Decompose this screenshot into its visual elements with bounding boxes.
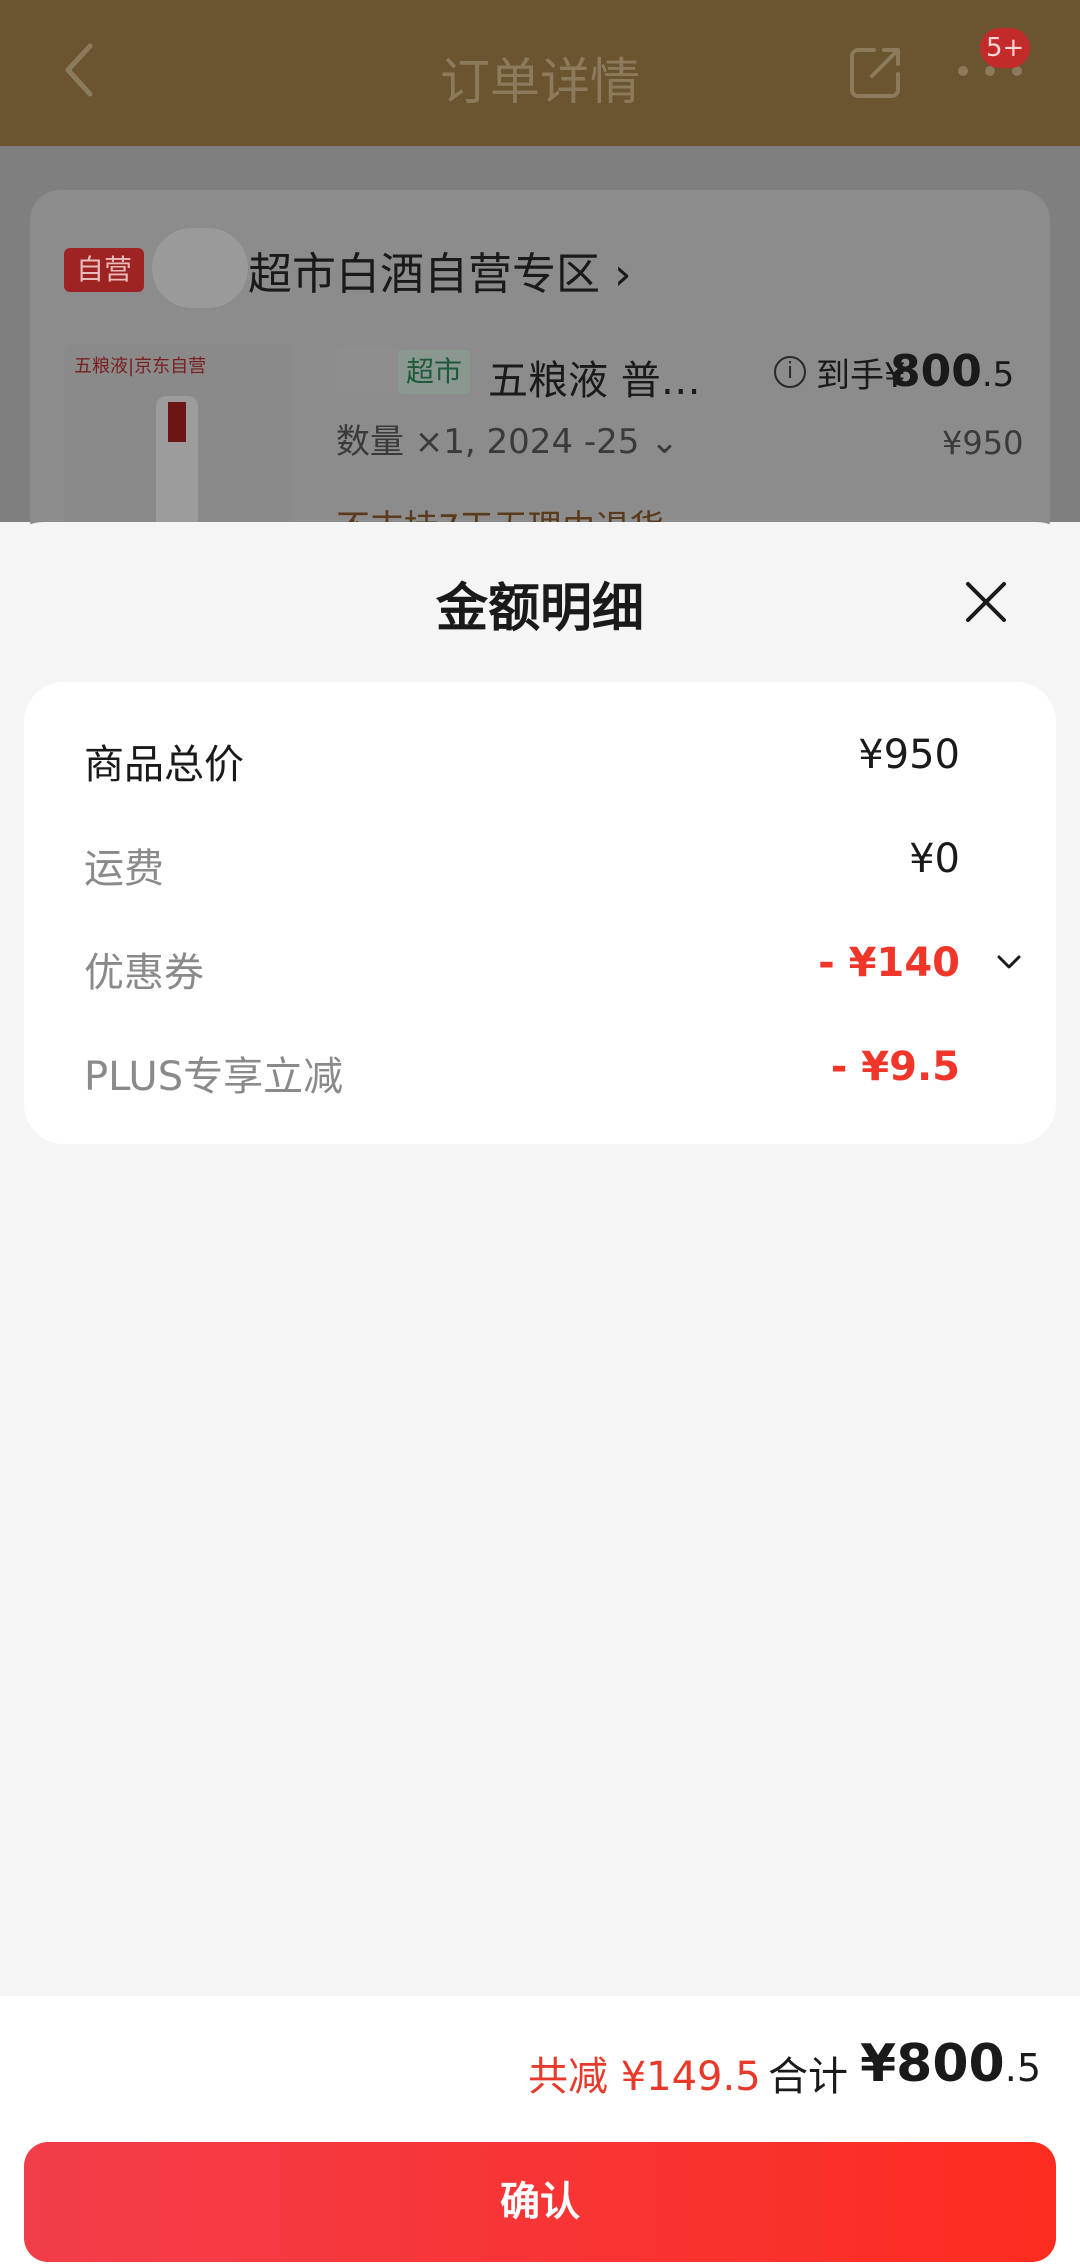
supermarket-tag: 超市 (398, 350, 471, 394)
bottle-cap (168, 402, 186, 442)
share-icon[interactable] (846, 42, 906, 102)
total-amount-decimal: .5 (1004, 2046, 1041, 2090)
message-badge: 5+ (980, 28, 1031, 68)
self-operated-tag: 自营 (64, 248, 145, 292)
row-label-plus-discount: PLUS专享立减 (84, 1054, 344, 1100)
confirm-button[interactable]: 确认 (24, 2142, 1056, 2262)
close-icon[interactable] (958, 574, 1014, 630)
total-saved: 共减 ¥149.5 (528, 2054, 761, 2100)
row-label-coupon: 优惠券 (84, 950, 204, 996)
final-price: 800.5 (890, 346, 1014, 397)
blurred-logo (152, 228, 248, 308)
info-icon[interactable]: i (774, 356, 806, 388)
total-amount: ¥800.5 (860, 2034, 1041, 2094)
row-label-shipping: 运费 (84, 846, 164, 892)
product-image-brand: 五粮液|京东自营 (74, 356, 207, 377)
row-value-coupon[interactable]: - ¥140 (818, 940, 960, 986)
page-title: 订单详情 (440, 53, 640, 111)
store-name-link[interactable]: 超市白酒自营专区 › (248, 238, 632, 302)
sheet-title: 金额明细 (435, 579, 644, 639)
row-label-goods-total: 商品总价 (84, 742, 244, 788)
product-name[interactable]: 五粮液 普… (488, 348, 701, 406)
final-price-decimal: .5 (981, 355, 1015, 395)
original-price: ¥950 (942, 424, 1024, 462)
amount-detail-card: 商品总价 ¥950 运费 ¥0 优惠券 - ¥140 PLUS专享立减 - ¥9… (24, 682, 1056, 1144)
product-image[interactable]: 五粮液|京东自营 (64, 344, 292, 524)
chevron-down-icon[interactable] (996, 954, 1022, 970)
quantity-spec: 数量 ×1, 2024 -25 ⌄ (336, 422, 679, 462)
total-amount-main: ¥800 (860, 2034, 1005, 2094)
row-value-plus-discount: - ¥9.5 (830, 1044, 960, 1090)
final-price-main: 800 (890, 346, 982, 397)
row-value-goods-total: ¥950 (858, 732, 960, 778)
row-value-shipping: ¥0 (909, 836, 960, 882)
blurred-tag (336, 348, 396, 392)
total-label: 合计 (768, 2054, 848, 2100)
top-nav-bar: 订单详情 5+ (0, 0, 1080, 146)
